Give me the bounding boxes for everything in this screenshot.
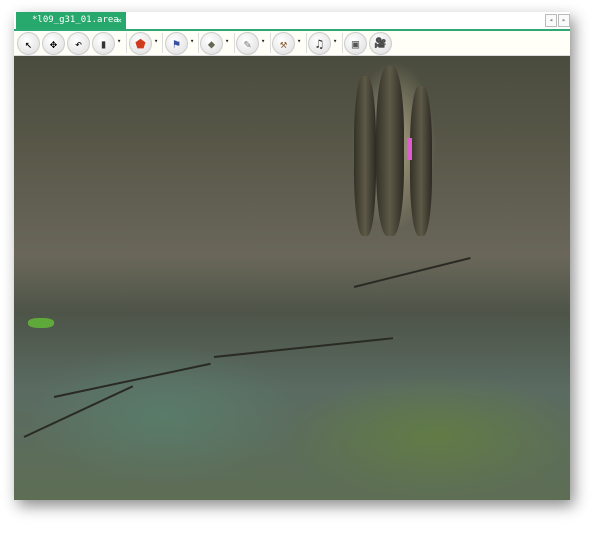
floor-crack bbox=[23, 385, 134, 438]
toolbar: ↖ ✥ ↶ ▮ ▾ ⬟ ▾ ⚑ ▾ ◆ ▾ ✎ ▾ ⚒ ▾ ♫ ▾ ▣ 🎥 bbox=[14, 31, 570, 56]
tab-label: *l09_g31_01.area bbox=[32, 15, 119, 25]
floor-crack bbox=[213, 337, 394, 358]
barrel-icon: ▮ bbox=[99, 36, 108, 51]
undo-tool-button[interactable]: ↶ bbox=[67, 32, 90, 55]
screen-icon: ▣ bbox=[351, 36, 360, 51]
separator bbox=[234, 33, 235, 53]
separator bbox=[126, 33, 127, 53]
barrel-dropdown-button[interactable]: ▾ bbox=[117, 37, 121, 45]
pentagon-tool-button[interactable]: ⬟ bbox=[129, 32, 152, 55]
music-tool-button[interactable]: ♫ bbox=[308, 32, 331, 55]
undo-icon: ↶ bbox=[74, 36, 83, 51]
movie-camera-icon: 🎥 bbox=[374, 37, 387, 49]
axe-tool-button[interactable]: ⚒ bbox=[272, 32, 295, 55]
rock-tool-button[interactable]: ◆ bbox=[200, 32, 223, 55]
music-icon: ♫ bbox=[315, 36, 324, 51]
separator bbox=[162, 33, 163, 53]
separator bbox=[270, 33, 271, 53]
brush-tool-button[interactable]: ✎ bbox=[236, 32, 259, 55]
movie-camera-tool-button[interactable]: 🎥 bbox=[369, 32, 392, 55]
scroll-tabs-left-button[interactable]: ◂ bbox=[545, 14, 557, 27]
3d-viewport[interactable] bbox=[14, 56, 570, 500]
pentagon-dropdown-button[interactable]: ▾ bbox=[154, 37, 158, 45]
axe-dropdown-button[interactable]: ▾ bbox=[297, 37, 301, 45]
area-editor-window: *l09_g31_01.area × ◂ ▸ ↖ ✥ ↶ ▮ ▾ ⬟ ▾ ⚑ ▾… bbox=[14, 12, 570, 500]
scroll-tabs-right-button[interactable]: ▸ bbox=[558, 14, 570, 27]
flag-icon: ⚑ bbox=[172, 36, 181, 51]
move-tool-button[interactable]: ✥ bbox=[42, 32, 65, 55]
separator bbox=[306, 33, 307, 53]
rock-pillar bbox=[376, 66, 404, 236]
pink-object bbox=[407, 138, 412, 160]
flag-tool-button[interactable]: ⚑ bbox=[165, 32, 188, 55]
music-dropdown-button[interactable]: ▾ bbox=[333, 37, 337, 45]
rock-icon: ◆ bbox=[207, 36, 216, 51]
select-tool-button[interactable]: ↖ bbox=[17, 32, 40, 55]
tab-bar: *l09_g31_01.area × ◂ ▸ bbox=[14, 12, 570, 31]
floor-crack bbox=[353, 256, 471, 288]
rock-pillar bbox=[410, 86, 432, 236]
flag-dropdown-button[interactable]: ▾ bbox=[190, 37, 194, 45]
screen-tool-button[interactable]: ▣ bbox=[344, 32, 367, 55]
cursor-icon: ↖ bbox=[24, 36, 33, 51]
pentagon-icon: ⬟ bbox=[135, 36, 146, 51]
separator bbox=[342, 33, 343, 53]
rock-dropdown-button[interactable]: ▾ bbox=[225, 37, 229, 45]
brush-dropdown-button[interactable]: ▾ bbox=[261, 37, 265, 45]
separator bbox=[198, 33, 199, 53]
close-icon[interactable]: × bbox=[117, 12, 122, 29]
rock-pillar bbox=[354, 76, 376, 236]
floor-crack bbox=[53, 362, 211, 398]
green-plant bbox=[28, 318, 54, 328]
barrel-tool-button[interactable]: ▮ bbox=[92, 32, 115, 55]
tab-area-file[interactable]: *l09_g31_01.area × bbox=[16, 12, 126, 29]
brush-icon: ✎ bbox=[243, 36, 252, 51]
axe-icon: ⚒ bbox=[279, 36, 288, 51]
move-icon: ✥ bbox=[49, 36, 58, 51]
